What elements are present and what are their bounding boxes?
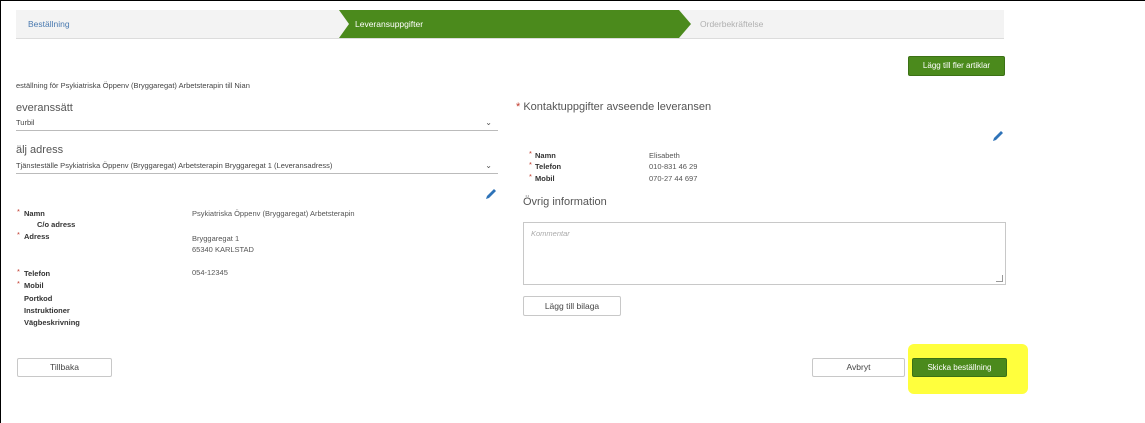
cancel-button[interactable]: Avbryt	[812, 358, 905, 377]
co-address-label: C/o adress	[37, 220, 76, 229]
portcode-label: Portkod	[24, 294, 53, 303]
contact-name-label: Namn	[535, 151, 556, 160]
address-line-2: 65340 KARLSTAD	[192, 245, 254, 254]
required-star: *	[529, 160, 532, 169]
contact-name-value: Elisabeth	[649, 151, 680, 160]
chevron-down-icon: ⌄	[485, 161, 492, 170]
required-star: *	[17, 230, 20, 239]
window-border-left	[0, 0, 1, 423]
address-name-label: Namn	[24, 209, 45, 218]
contact-mobile-value: 070-27 44 697	[649, 174, 698, 183]
contact-heading-text: Kontaktuppgifter avseende leveransen	[523, 101, 712, 113]
directions-label: Vägbeskrivning	[24, 318, 80, 327]
phone-value: 054-12345	[192, 268, 228, 277]
edit-contact-pencil-icon[interactable]	[991, 129, 1005, 143]
back-button[interactable]: Tillbaka	[17, 358, 112, 377]
contact-mobile-label: Mobil	[535, 174, 555, 183]
delivery-method-label: everanssätt	[16, 102, 73, 114]
address-select[interactable]: Tjänsteställe Psykiatriska Öppenv (Brygg…	[16, 158, 498, 174]
edit-address-pencil-icon[interactable]	[484, 187, 498, 201]
step-orderbekraftelse: Orderbekräftelse	[700, 19, 764, 29]
step-bestallning[interactable]: Beställning	[28, 10, 70, 38]
required-star: *	[17, 207, 20, 216]
submit-order-button[interactable]: Skicka beställning	[912, 358, 1007, 377]
required-star: *	[529, 172, 532, 181]
required-star: *	[17, 279, 20, 288]
contact-heading: * Kontaktuppgifter avseende leveransen	[516, 101, 711, 113]
phone-label: Telefon	[24, 269, 51, 278]
resize-handle[interactable]	[996, 275, 1003, 282]
address-name-value: Psykiatriska Öppenv (Bryggaregat) Arbets…	[192, 209, 355, 218]
delivery-method-value: Turbil	[16, 118, 35, 127]
comment-placeholder: Kommentar	[531, 229, 570, 238]
comment-textarea[interactable]: Kommentar	[523, 222, 1006, 285]
address-line-1: Bryggaregat 1	[192, 234, 240, 243]
contact-phone-value: 010-831 46 29	[649, 162, 698, 171]
other-info-heading: Övrig information	[523, 196, 607, 208]
attach-file-button[interactable]: Lägg till bilaga	[523, 296, 621, 316]
required-star: *	[17, 267, 20, 276]
instructions-label: Instruktioner	[24, 306, 70, 315]
step-leveransuppgifter: Leveransuppgifter	[339, 10, 679, 38]
progress-stepper: Beställning Leveransuppgifter Orderbekrä…	[16, 10, 1004, 39]
address-label: Adress	[24, 232, 50, 241]
mobile-label: Mobil	[24, 281, 44, 290]
window-border-top	[0, 0, 1145, 1]
step-active-arrow	[679, 10, 691, 38]
required-star: *	[529, 149, 532, 158]
address-select-label: älj adress	[16, 144, 64, 156]
step-separator	[339, 10, 349, 38]
order-for-text: eställning för Psykiatriska Öppenv (Bryg…	[16, 81, 250, 90]
add-articles-button[interactable]: Lägg till fler artiklar	[908, 56, 1005, 76]
chevron-down-icon: ⌄	[485, 118, 492, 127]
delivery-method-select[interactable]: Turbil ⌄	[16, 115, 498, 131]
address-select-value: Tjänsteställe Psykiatriska Öppenv (Brygg…	[16, 161, 333, 170]
contact-phone-label: Telefon	[535, 162, 562, 171]
